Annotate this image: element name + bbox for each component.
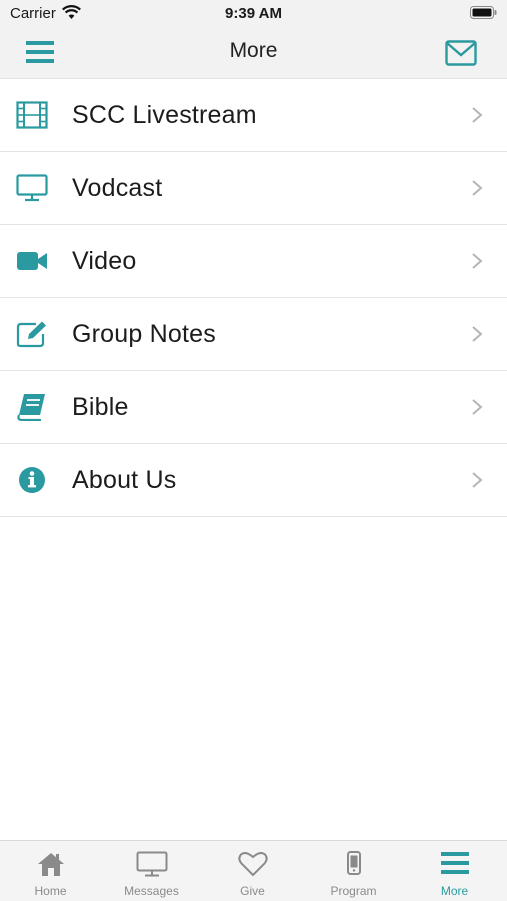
menu-item-label: Vodcast: [72, 173, 163, 202]
monitor-icon: [101, 851, 202, 879]
chevron-right-icon: [472, 326, 483, 342]
menu-item-group-notes[interactable]: Group Notes: [0, 298, 507, 371]
tab-home[interactable]: Home: [0, 841, 101, 901]
menu-item-bible[interactable]: Bible: [0, 371, 507, 444]
menu-item-label: Group Notes: [72, 319, 216, 348]
menu-item-scc-livestream[interactable]: SCC Livestream: [0, 79, 507, 152]
clock: 9:39 AM: [225, 5, 282, 22]
film-icon: [16, 101, 48, 129]
menu-item-label: Video: [72, 246, 137, 275]
menu-item-vodcast[interactable]: Vodcast: [0, 152, 507, 225]
tab-label: Give: [240, 884, 265, 898]
menu-item-label: SCC Livestream: [72, 100, 257, 129]
hamburger-icon: [404, 851, 505, 879]
chevron-right-icon: [472, 399, 483, 415]
monitor-icon: [16, 174, 48, 202]
menu-item-label: Bible: [72, 392, 129, 421]
chevron-right-icon: [472, 472, 483, 488]
menu-item-about-us[interactable]: About Us: [0, 444, 507, 517]
edit-note-icon: [16, 320, 48, 348]
tab-more[interactable]: More: [404, 841, 505, 901]
home-icon: [0, 851, 101, 879]
chevron-right-icon: [472, 107, 483, 123]
menu-item-video[interactable]: Video: [0, 225, 507, 298]
chevron-right-icon: [472, 180, 483, 196]
tab-label: Program: [330, 884, 377, 898]
phone-icon: [303, 851, 404, 879]
tab-label: More: [440, 884, 469, 898]
tab-give[interactable]: Give: [202, 841, 303, 901]
status-bar: Carrier 9:39 AM: [0, 0, 507, 28]
tab-program[interactable]: Program: [303, 841, 404, 901]
battery-icon: [470, 6, 497, 19]
heart-icon: [202, 851, 303, 879]
chevron-right-icon: [472, 253, 483, 269]
video-camera-icon: [16, 247, 48, 275]
hamburger-menu-icon[interactable]: [26, 39, 54, 65]
info-icon: [16, 466, 48, 494]
book-icon: [16, 393, 48, 421]
tab-messages[interactable]: Messages: [101, 841, 202, 901]
tab-label: Home: [34, 884, 67, 898]
navigation-bar: More: [0, 28, 507, 79]
more-menu-list: SCC Livestream Vodcast Video Group Notes…: [0, 79, 507, 517]
tab-label: Messages: [124, 884, 179, 898]
page-title: More: [229, 39, 278, 62]
menu-item-label: About Us: [72, 465, 177, 494]
mail-icon[interactable]: [445, 40, 477, 66]
tab-bar: Home Messages Give Program More: [0, 840, 507, 901]
